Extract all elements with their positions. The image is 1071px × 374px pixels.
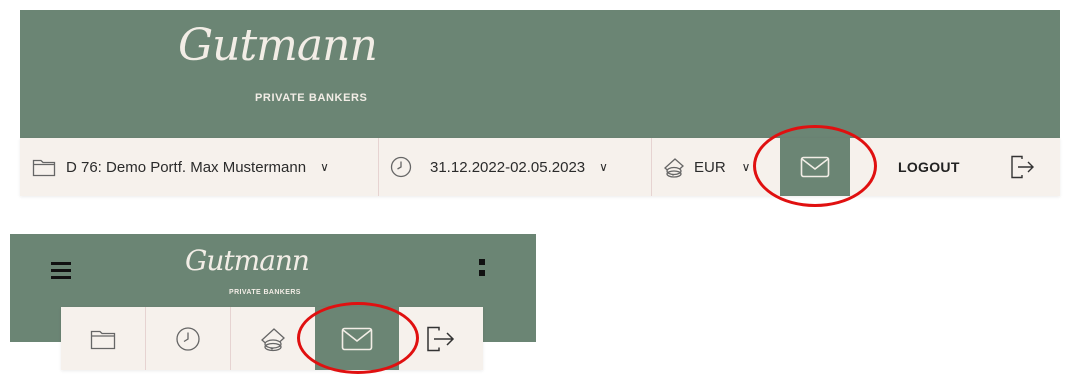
clock-icon xyxy=(390,156,412,178)
clock-icon xyxy=(176,326,200,351)
logout-button[interactable]: LOGOUT xyxy=(898,138,968,196)
logout-icon xyxy=(427,326,455,351)
portfolio-label: D 76: Demo Portf. Max Mustermann xyxy=(66,158,307,176)
brand-logo-subtitle: PRIVATE BANKERS xyxy=(229,289,301,296)
mobile-toolbar xyxy=(61,307,483,370)
date-range-button[interactable] xyxy=(146,307,230,370)
brand-logo-script[interactable]: Gutmann xyxy=(185,247,310,275)
coins-icon xyxy=(664,158,684,178)
folder-icon xyxy=(90,330,116,349)
highlight-ring xyxy=(297,302,419,374)
chevron-down-icon: ∨ xyxy=(599,160,608,174)
date-range-label: 31.12.2022-02.05.2023 xyxy=(430,158,586,176)
currency-selector[interactable]: EUR ∨ xyxy=(662,138,764,196)
hamburger-icon[interactable] xyxy=(51,262,73,282)
date-range-selector[interactable]: 31.12.2022-02.05.2023 ∨ xyxy=(390,138,648,196)
highlight-ring xyxy=(753,125,877,207)
divider xyxy=(378,138,379,196)
portfolio-selector[interactable]: D 76: Demo Portf. Max Mustermann ∨ xyxy=(32,138,370,196)
chevron-down-icon: ∨ xyxy=(741,160,751,174)
desktop-toolbar: D 76: Demo Portf. Max Mustermann ∨ 31.12… xyxy=(20,138,1060,196)
logout-icon-button[interactable] xyxy=(1010,138,1040,196)
currency-label: EUR xyxy=(694,158,726,176)
logout-icon xyxy=(1011,155,1034,179)
brand-logo-script[interactable]: Gutmann xyxy=(178,24,478,68)
portfolio-button[interactable] xyxy=(61,307,145,370)
divider xyxy=(651,138,652,196)
desktop-header-banner xyxy=(20,10,1060,138)
kebab-icon[interactable] xyxy=(478,258,488,288)
brand-logo-subtitle: PRIVATE BANKERS xyxy=(255,92,368,104)
logout-label: LOGOUT xyxy=(898,159,960,175)
coins-icon xyxy=(261,327,285,351)
chevron-down-icon: ∨ xyxy=(320,160,329,174)
folder-icon xyxy=(32,159,56,177)
